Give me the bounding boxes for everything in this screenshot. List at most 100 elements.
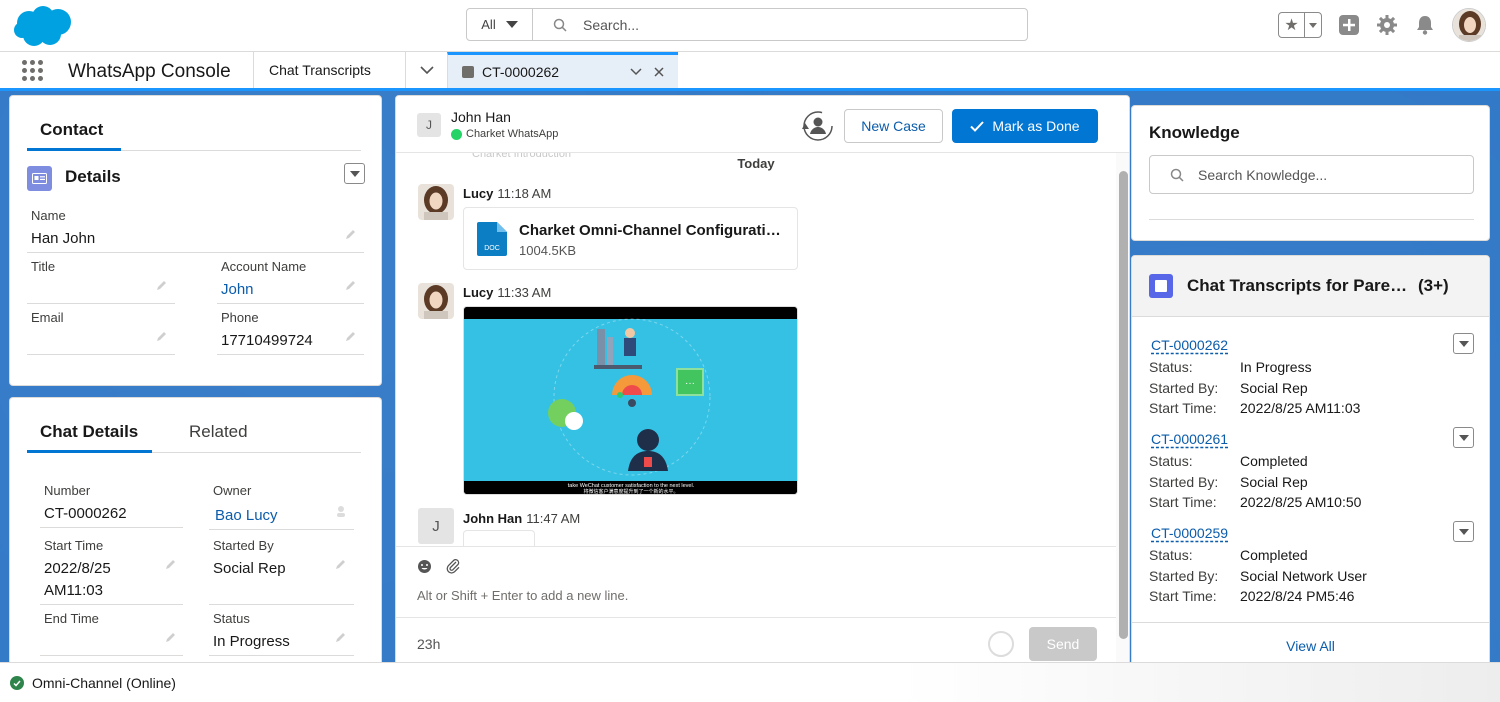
- user-avatar[interactable]: [1452, 8, 1486, 42]
- tab-contact[interactable]: Contact: [40, 120, 103, 140]
- edit-pencil-icon[interactable]: [165, 558, 177, 570]
- chevron-down-icon: [419, 65, 434, 74]
- user-photo-icon: [1453, 9, 1485, 41]
- owner-label: Owner: [213, 483, 252, 498]
- global-header: All Search... ★: [0, 0, 1500, 52]
- start-time-value: 2022/8/25 AM10:50: [1240, 494, 1362, 510]
- chevron-down-icon[interactable]: [630, 67, 642, 76]
- started-by-label: Started By:: [1149, 568, 1219, 584]
- end-time-label: End Time: [44, 611, 99, 626]
- owner-link[interactable]: Bao Lucy: [215, 507, 278, 524]
- favorites-button[interactable]: ★: [1278, 12, 1322, 38]
- record-actions-dropdown[interactable]: [1453, 427, 1474, 448]
- status-label: Status: [213, 611, 250, 626]
- search-icon: [553, 18, 567, 32]
- workspace-tab-ct-0000262[interactable]: CT-0000262: [447, 52, 678, 88]
- contact-avatar: J: [418, 508, 454, 544]
- favorites-dropdown[interactable]: [1305, 13, 1321, 37]
- online-status-icon: [10, 676, 24, 690]
- edit-pencil-icon[interactable]: [335, 558, 347, 570]
- start-time-label: Start Time:: [1149, 494, 1217, 510]
- scrollbar-thumb[interactable]: [1119, 171, 1128, 639]
- field-divider: [27, 252, 364, 253]
- message-time: 11:33 AM: [497, 285, 552, 300]
- message-input[interactable]: Alt or Shift + Enter to add a new line.: [417, 588, 628, 603]
- divider: [1132, 622, 1489, 623]
- transfer-agent-icon[interactable]: [801, 109, 835, 143]
- omni-channel-widget[interactable]: Omni-Channel (Online): [10, 675, 176, 691]
- emoji-icon[interactable]: [417, 559, 432, 574]
- setup-button[interactable]: [1376, 14, 1398, 36]
- new-case-button[interactable]: New Case: [844, 109, 943, 143]
- send-button[interactable]: Send: [1029, 627, 1097, 661]
- started-by-value: Social Rep: [213, 560, 286, 577]
- change-owner-icon[interactable]: [335, 505, 347, 517]
- transcript-link[interactable]: CT-0000262: [1151, 337, 1228, 353]
- tab-divider: [121, 150, 361, 151]
- edit-pencil-icon[interactable]: [156, 279, 168, 291]
- record-actions-dropdown[interactable]: [1453, 333, 1474, 354]
- doc-file-icon: DOC: [477, 222, 507, 256]
- related-list-count: (3+): [1418, 276, 1449, 295]
- name-label: Name: [31, 208, 66, 223]
- transcript-link[interactable]: CT-0000261: [1151, 431, 1228, 447]
- status-label: Status:: [1149, 453, 1193, 469]
- attachment-icon[interactable]: [446, 559, 461, 574]
- start-time-label: Start Time:: [1149, 400, 1217, 416]
- app-launcher-icon[interactable]: [22, 60, 44, 82]
- salesforce-logo-icon[interactable]: [12, 4, 76, 48]
- message-sender: Lucy: [463, 285, 494, 300]
- details-actions-dropdown[interactable]: [344, 163, 365, 184]
- composer-footer: 23h Send: [396, 617, 1116, 666]
- account-name-link[interactable]: John: [221, 281, 254, 298]
- related-list-title[interactable]: Chat Transcripts for Parent Chat Transcr…: [1187, 276, 1409, 296]
- details-section-title: Details: [65, 167, 121, 186]
- video-attachment[interactable]: ··· take WeChat customer satisfaction to…: [463, 306, 798, 495]
- knowledge-search-placeholder: Search Knowledge...: [1198, 166, 1328, 183]
- notifications-button[interactable]: [1414, 14, 1436, 36]
- view-all-link[interactable]: View All: [1132, 638, 1489, 654]
- field-divider: [40, 655, 183, 656]
- status-value: Completed: [1240, 453, 1308, 469]
- start-time-value: 2022/8/24 PM5:46: [1240, 588, 1355, 604]
- message-meta: John Han 11:47 AM: [463, 511, 580, 526]
- edit-pencil-icon[interactable]: [156, 330, 168, 342]
- status-label: Status:: [1149, 547, 1193, 563]
- start-time-value-time: AM11:03: [44, 582, 103, 599]
- edit-pencil-icon[interactable]: [165, 631, 177, 643]
- nav-menu-button[interactable]: [405, 52, 447, 88]
- search-scope-select[interactable]: All: [467, 9, 533, 40]
- app-name: WhatsApp Console: [68, 61, 231, 82]
- chat-transcript-icon: [462, 65, 474, 78]
- check-icon: [970, 120, 985, 132]
- field-divider: [209, 529, 354, 530]
- tab-related[interactable]: Related: [189, 422, 248, 442]
- knowledge-search-input[interactable]: Search Knowledge...: [1149, 155, 1474, 194]
- nav-tab-chat-transcripts[interactable]: Chat Transcripts: [253, 52, 405, 88]
- close-icon[interactable]: [654, 66, 664, 77]
- message-sender: Lucy: [463, 186, 494, 201]
- field-divider: [217, 303, 364, 304]
- transcript-link[interactable]: CT-0000259: [1151, 525, 1228, 541]
- mark-as-done-button[interactable]: Mark as Done: [952, 109, 1098, 143]
- edit-pencil-icon[interactable]: [345, 330, 357, 342]
- tab-active-indicator: [27, 450, 152, 453]
- edit-pencil-icon[interactable]: [335, 631, 347, 643]
- search-input[interactable]: Search...: [533, 9, 1027, 40]
- edit-pencil-icon[interactable]: [345, 228, 357, 240]
- contact-card-icon: [27, 166, 52, 191]
- field-divider: [209, 655, 354, 656]
- mark-as-done-label: Mark as Done: [992, 118, 1080, 134]
- workspace-tab-label: CT-0000262: [482, 63, 560, 80]
- field-divider: [217, 354, 364, 355]
- conversation-panel: Charket Introduction J John Han Charket …: [395, 95, 1130, 667]
- record-actions-dropdown[interactable]: [1453, 521, 1474, 542]
- field-divider: [27, 354, 175, 355]
- tab-divider: [152, 452, 361, 453]
- edit-pencil-icon[interactable]: [345, 279, 357, 291]
- search-placeholder: Search...: [583, 16, 640, 33]
- field-divider: [40, 604, 183, 605]
- tab-chat-details[interactable]: Chat Details: [40, 422, 138, 442]
- global-actions-button[interactable]: [1338, 14, 1360, 36]
- file-attachment[interactable]: DOC Charket Omni-Channel Configuration G…: [463, 207, 798, 270]
